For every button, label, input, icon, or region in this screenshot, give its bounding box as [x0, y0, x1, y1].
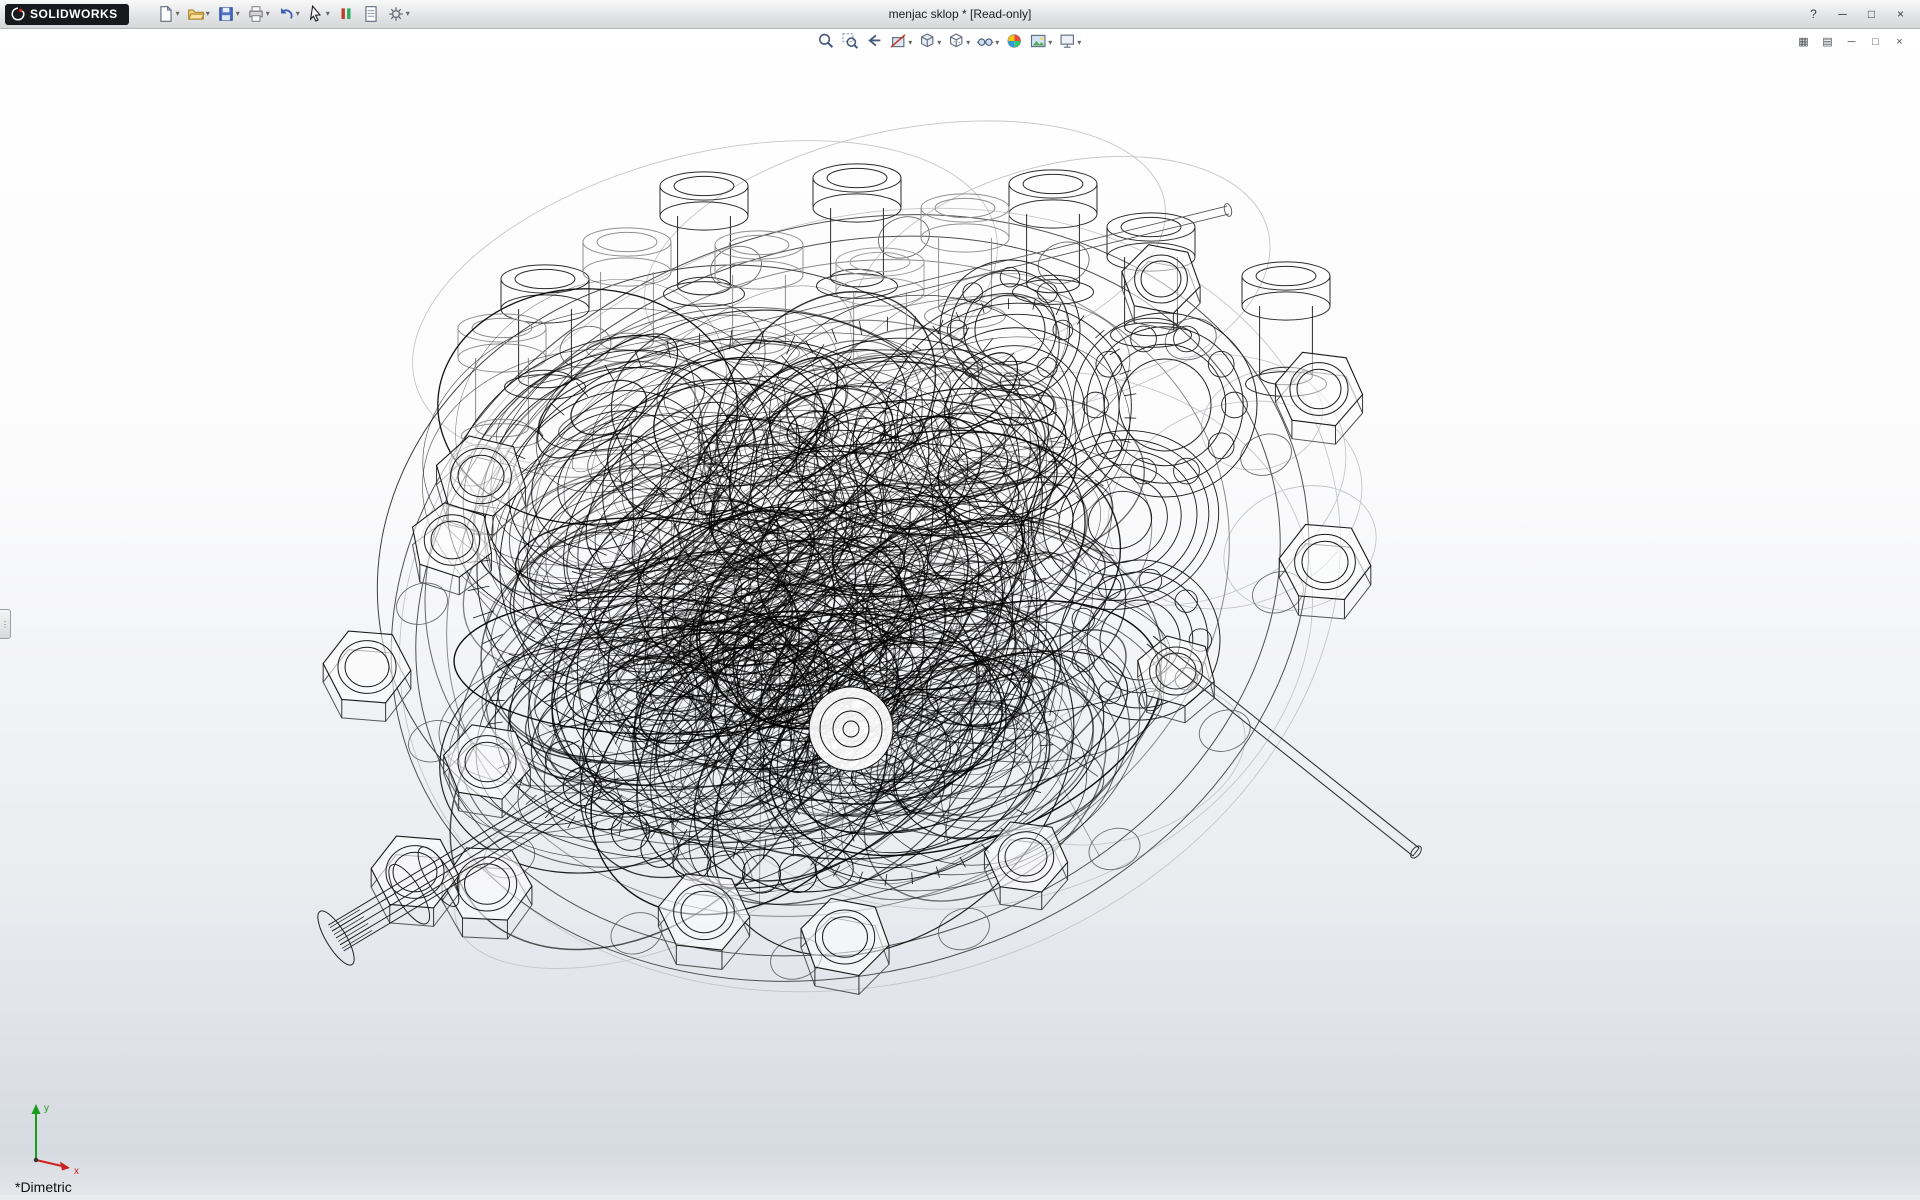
section-view-icon [889, 32, 907, 55]
dropdown-caret-icon[interactable]: ▾ [995, 39, 999, 47]
dropdown-caret-icon[interactable]: ▾ [326, 10, 330, 18]
view-settings-button[interactable]: ▾ [1056, 31, 1083, 55]
main-toolbar: ▾ ▾ ▾ ▾ ▾ ▾ ▾ [155, 2, 412, 26]
dropdown-caret-icon[interactable]: ▾ [176, 10, 180, 18]
apply-scene-button[interactable]: ▾ [1027, 31, 1054, 55]
feature-manager-collapse-tab[interactable]: ⋮ [0, 609, 11, 639]
view-orientation-label: *Dimetric [15, 1179, 72, 1195]
rebuild-button[interactable] [335, 2, 357, 26]
maximize-button[interactable]: □ [1858, 5, 1885, 24]
dropdown-caret-icon[interactable]: ▾ [206, 10, 210, 18]
previous-view-button[interactable] [863, 31, 885, 55]
edit-appearance-icon [1005, 32, 1023, 55]
status-bar [0, 1195, 1920, 1200]
minimize-icon: ─ [1838, 7, 1847, 21]
zoom-to-area-button[interactable] [839, 31, 861, 55]
edit-appearance-button[interactable] [1003, 31, 1025, 55]
options-icon [387, 5, 405, 23]
hide-show-items-button[interactable]: ▾ [974, 31, 1001, 55]
dropdown-caret-icon[interactable]: ▾ [406, 10, 410, 18]
close-button[interactable]: × [1887, 5, 1914, 24]
dropdown-caret-icon[interactable]: ▾ [1077, 39, 1081, 47]
close-button[interactable]: × [1889, 33, 1910, 50]
print-button[interactable]: ▾ [245, 2, 272, 26]
restore-button[interactable]: □ [1865, 33, 1886, 50]
zoom-to-area-icon [841, 32, 859, 55]
orientation-triad: y x [18, 1096, 98, 1176]
dropdown-caret-icon[interactable]: ▾ [266, 10, 270, 18]
graphics-viewport[interactable] [0, 0, 1920, 1200]
hide-show-items-icon [976, 32, 994, 55]
triad-x-arrow-icon [60, 1162, 70, 1171]
triad-x-label: x [74, 1166, 79, 1176]
tile-icon: ▦ [1798, 35, 1808, 48]
minimize-icon: ─ [1848, 36, 1856, 48]
cascade-button[interactable]: ▤ [1817, 33, 1838, 50]
save-icon [217, 5, 235, 23]
zoom-to-fit-button[interactable] [815, 31, 837, 55]
document-window-controls: ▦ ▤ ─ □ × [1793, 33, 1910, 50]
dropdown-caret-icon[interactable]: ▾ [236, 10, 240, 18]
restore-icon: □ [1872, 36, 1879, 48]
dropdown-caret-icon[interactable]: ▾ [966, 39, 970, 47]
dropdown-caret-icon[interactable]: ▾ [296, 10, 300, 18]
apply-scene-icon [1029, 32, 1047, 55]
new-document-button[interactable]: ▾ [155, 2, 182, 26]
help-button[interactable]: ? [1800, 5, 1827, 24]
display-style-button[interactable]: ▾ [945, 31, 972, 55]
dropdown-caret-icon[interactable]: ▾ [937, 39, 941, 47]
triad-y-arrow-icon [32, 1104, 41, 1114]
close-icon: × [1897, 7, 1904, 21]
print-icon [247, 5, 265, 23]
brand-label: SOLIDWORKS [30, 7, 118, 21]
section-view-button[interactable]: ▾ [887, 31, 914, 55]
select-icon [307, 5, 325, 23]
rebuild-icon [337, 5, 355, 23]
display-style-icon [947, 32, 965, 55]
select-button[interactable]: ▾ [305, 2, 332, 26]
open-icon [187, 5, 205, 23]
undo-icon [277, 5, 295, 23]
view-orientation-icon [918, 32, 936, 55]
view-settings-icon [1058, 32, 1076, 55]
previous-view-icon [865, 32, 883, 55]
close-icon: × [1896, 36, 1902, 48]
help-icon: ? [1810, 7, 1817, 21]
triad-y-label: y [44, 1103, 49, 1114]
view-orientation-button[interactable]: ▾ [916, 31, 943, 55]
save-button[interactable]: ▾ [215, 2, 242, 26]
open-button[interactable]: ▾ [185, 2, 212, 26]
minimize-button[interactable]: ─ [1829, 5, 1856, 24]
zoom-to-fit-icon [817, 32, 835, 55]
solidworks-logo-icon [11, 7, 25, 21]
dropdown-caret-icon[interactable]: ▾ [908, 39, 912, 47]
undo-button[interactable]: ▾ [275, 2, 302, 26]
maximize-icon: □ [1868, 7, 1875, 21]
file-properties-icon [362, 5, 380, 23]
heads-up-view-toolbar: ▾ ▾ ▾ ▾ ▾ ▾ [815, 31, 1083, 55]
minimize-button[interactable]: ─ [1841, 33, 1862, 50]
dropdown-caret-icon[interactable]: ▾ [1048, 39, 1052, 47]
window-titlebar: SOLIDWORKS ▾▾▾▾▾▾▾ menjac sklop * [Read-… [0, 0, 1920, 29]
options-button[interactable]: ▾ [385, 2, 412, 26]
tile-button[interactable]: ▦ [1793, 33, 1814, 50]
solidworks-brand: SOLIDWORKS [5, 4, 129, 25]
cascade-icon: ▤ [1822, 35, 1832, 48]
file-properties-button[interactable] [360, 2, 382, 26]
window-controls: ? ─ □ × [1800, 5, 1914, 24]
new-document-icon [157, 5, 175, 23]
